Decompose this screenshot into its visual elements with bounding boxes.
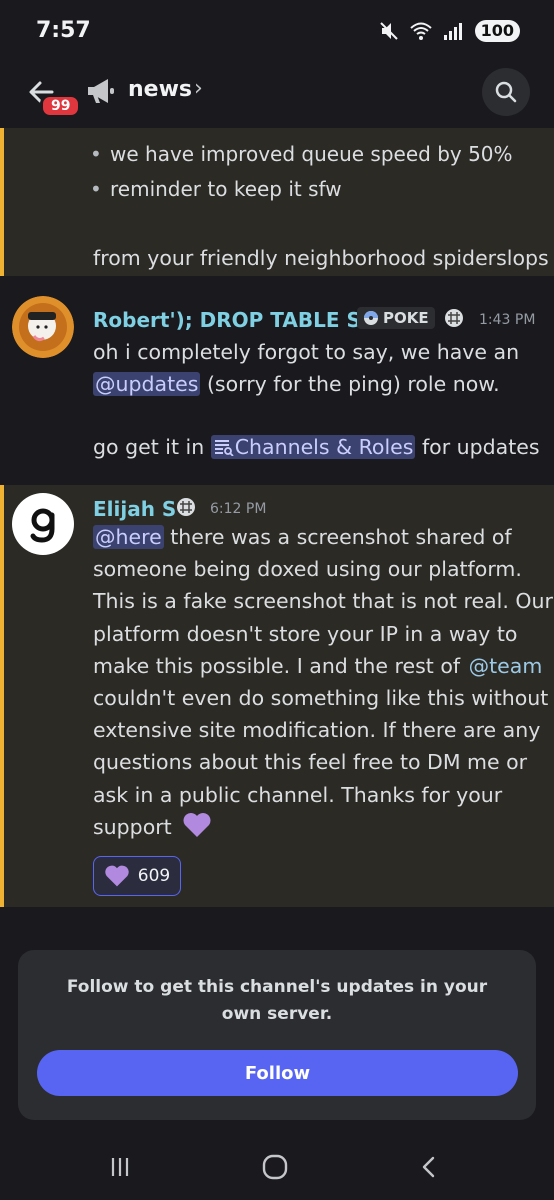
unread-badge: 99 bbox=[40, 94, 82, 118]
status-bar: 7:57 100 bbox=[0, 0, 554, 64]
role-tag-label: POKE bbox=[383, 309, 429, 327]
message-elijah[interactable]: Elijah S 6:12 PM @here there was a scree… bbox=[0, 485, 554, 907]
home-icon bbox=[262, 1154, 288, 1180]
message-text: platform doesn't store your IP in a way … bbox=[93, 622, 518, 646]
pokeball-icon bbox=[364, 311, 378, 325]
message-text-part: there was a screenshot shared of bbox=[163, 525, 512, 549]
purple-heart-icon bbox=[183, 813, 211, 837]
search-button[interactable] bbox=[482, 68, 530, 116]
role-tag[interactable]: POKE bbox=[357, 307, 435, 329]
list-item: we have improved queue speed by 50% bbox=[90, 142, 513, 166]
message-text: make this possible. I and the rest of @t… bbox=[93, 650, 544, 682]
avatar[interactable] bbox=[12, 493, 74, 555]
message-author[interactable]: Elijah S bbox=[93, 497, 176, 521]
channel-link-label: Channels & Roles bbox=[234, 435, 414, 459]
channel-name[interactable]: news bbox=[128, 77, 192, 102]
reaction-count: 609 bbox=[137, 866, 171, 886]
message-text-part: for updates bbox=[415, 435, 540, 459]
message-text-part: make this possible. I and the rest of bbox=[93, 654, 467, 678]
announcement-channel-icon bbox=[88, 79, 114, 103]
home-button[interactable] bbox=[258, 1150, 292, 1184]
channel-link[interactable]: Channels & Roles bbox=[210, 435, 416, 459]
message-text-part: (sorry for the ping) role now. bbox=[200, 372, 500, 396]
timestamp: 6:12 PM bbox=[210, 501, 267, 517]
message-text-part: support bbox=[93, 815, 172, 839]
message-text: oh i completely forgot to say, we have a… bbox=[93, 340, 520, 364]
timestamp: 1:43 PM bbox=[479, 312, 536, 328]
recents-button[interactable] bbox=[103, 1150, 137, 1184]
back-icon bbox=[422, 1156, 435, 1178]
message-text-part: go get it in bbox=[93, 435, 211, 459]
status-icons: 100 bbox=[379, 20, 520, 42]
follow-description: Follow to get this channel's updates in … bbox=[66, 977, 488, 1024]
message-robert[interactable]: Robert'); DROP TABLE S... POKE 1:43 PM o… bbox=[0, 288, 554, 476]
message-text: questions about this feel free to DM me … bbox=[93, 750, 528, 774]
mute-icon bbox=[379, 22, 398, 40]
message-text: someone being doxed using our platform. bbox=[93, 557, 522, 581]
message-text: extensive site modification. If there ar… bbox=[93, 718, 541, 742]
avatar[interactable] bbox=[12, 296, 74, 358]
wifi-icon bbox=[409, 22, 432, 40]
message-author[interactable]: Robert'); DROP TABLE S... bbox=[93, 308, 384, 332]
chevron-right-icon[interactable]: › bbox=[194, 76, 203, 101]
follow-button[interactable]: Follow bbox=[37, 1050, 518, 1096]
channel-header: 99 news › bbox=[0, 64, 554, 128]
message-announcement[interactable]: we have improved queue speed by 50% remi… bbox=[0, 128, 554, 276]
recents-icon bbox=[111, 1158, 129, 1176]
clock: 7:57 bbox=[36, 18, 91, 43]
here-mention[interactable]: @here bbox=[93, 525, 164, 549]
message-text: @here there was a screenshot shared of bbox=[93, 521, 512, 553]
back-button[interactable] bbox=[412, 1150, 446, 1184]
follow-card: Follow to get this channel's updates in … bbox=[18, 950, 536, 1120]
purple-heart-icon bbox=[105, 865, 129, 887]
reaction-heart[interactable]: 609 bbox=[93, 856, 181, 896]
message-text: from your friendly neighborhood spidersl… bbox=[93, 246, 549, 270]
battery-indicator: 100 bbox=[474, 20, 520, 42]
server-tag-icon bbox=[445, 309, 463, 327]
system-nav-bar bbox=[0, 1130, 554, 1200]
message-text: ask in a public channel. Thanks for your bbox=[93, 783, 503, 807]
message-text: couldn't even do something like this wit… bbox=[93, 686, 549, 710]
channels-roles-icon bbox=[214, 440, 234, 457]
message-text: support bbox=[93, 811, 212, 843]
server-tag-icon bbox=[177, 498, 195, 516]
team-mention[interactable]: @team bbox=[467, 654, 545, 678]
role-mention[interactable]: @updates bbox=[93, 372, 201, 396]
list-item: reminder to keep it sfw bbox=[90, 177, 342, 201]
signal-icon bbox=[443, 23, 462, 40]
message-text: @updates (sorry for the ping) role now. bbox=[93, 368, 500, 400]
message-text: go get it in Channels & Roles for update… bbox=[93, 431, 540, 463]
search-icon bbox=[495, 81, 517, 103]
message-text: This is a fake screenshot that is not re… bbox=[93, 589, 553, 613]
